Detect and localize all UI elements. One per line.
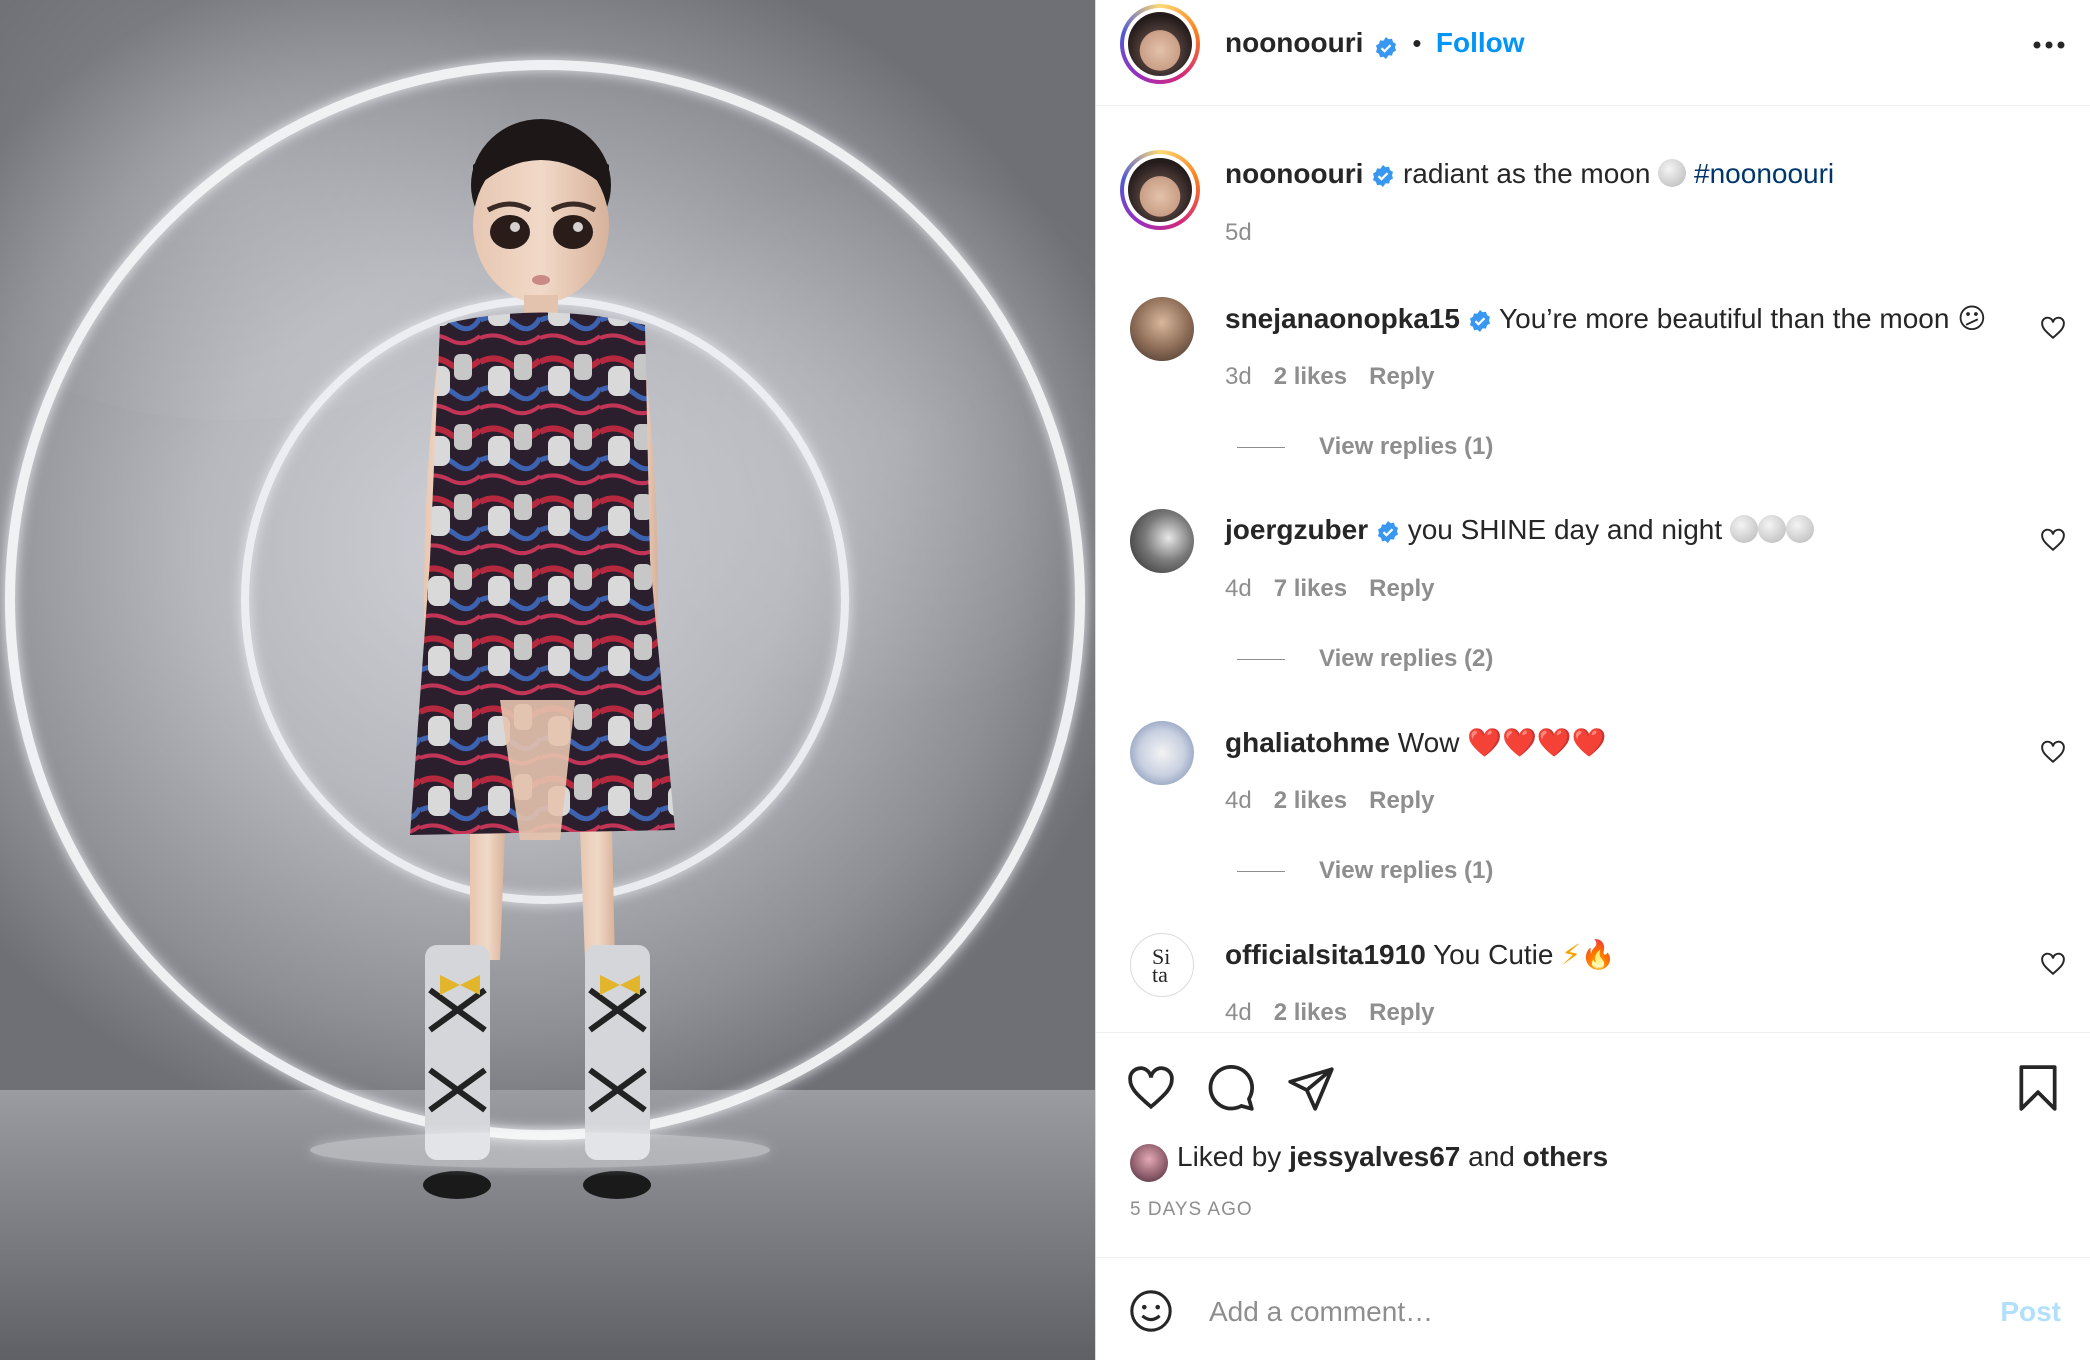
comment-text: ghaliatohme Wow ❤️❤️❤️❤️: [1225, 726, 1607, 759]
author-avatar[interactable]: [1120, 4, 1200, 84]
hearts-emoji: ❤️❤️❤️❤️: [1467, 727, 1607, 758]
avatar[interactable]: [1130, 297, 1194, 361]
comment-likes[interactable]: 2 likes: [1274, 999, 1347, 1026]
heart-icon[interactable]: [1126, 1063, 1176, 1113]
comment-meta: 4d 7 likes Reply: [1225, 575, 1434, 603]
verified-badge-icon: [1373, 164, 1394, 187]
caption-avatar[interactable]: [1120, 150, 1200, 230]
verified-badge-icon: [1469, 309, 1490, 332]
follow-button[interactable]: Follow: [1436, 27, 1525, 58]
post-image[interactable]: [0, 0, 1095, 1360]
post-sidebar: noonoouri • Follow noonoouri radiant as …: [1095, 0, 2090, 1360]
comment-meta: 3d 2 likes Reply: [1225, 363, 1434, 391]
comment-body: You’re more beautiful than the moon: [1499, 303, 1950, 334]
comment-likes[interactable]: 7 likes: [1274, 575, 1347, 602]
moon-emoji-icon: [1785, 515, 1814, 543]
avatar[interactable]: Si ta: [1130, 933, 1194, 997]
comment-age: 4d: [1225, 999, 1252, 1026]
comment-username[interactable]: joergzuber: [1225, 514, 1368, 545]
emoji-icon[interactable]: [1128, 1288, 1174, 1334]
like-comment-heart-icon[interactable]: [2040, 951, 2066, 977]
reply-button[interactable]: Reply: [1369, 363, 1434, 390]
comment-age: 4d: [1225, 787, 1252, 814]
moon-emoji-icon: [1658, 159, 1687, 187]
caption-age: 5d: [1225, 219, 1252, 246]
comment-likes[interactable]: 2 likes: [1274, 363, 1347, 390]
caption-text: radiant as the moon: [1402, 158, 1651, 189]
reply-button[interactable]: Reply: [1369, 999, 1434, 1026]
share-icon[interactable]: [1286, 1063, 1336, 1113]
liked-others[interactable]: others: [1523, 1141, 1609, 1172]
comment-icon[interactable]: [1206, 1063, 1256, 1113]
liked-by-avatar[interactable]: [1130, 1144, 1168, 1182]
add-comment-bar: Add a comment… Post: [1096, 1257, 2090, 1360]
view-replies-label: View replies (1): [1319, 857, 1494, 884]
view-replies-label: View replies (2): [1319, 645, 1494, 672]
like-comment-heart-icon[interactable]: [2040, 315, 2066, 341]
author-username[interactable]: noonoouri: [1225, 27, 1363, 58]
comments-list[interactable]: noonoouri radiant as the moon #noonoouri…: [1096, 107, 2090, 1032]
more-options-icon[interactable]: [2031, 33, 2067, 53]
comment-text: joergzuber you SHINE day and night: [1225, 514, 1814, 546]
comment-text: officialsita1910 You Cutie ⚡🔥: [1225, 938, 1616, 971]
comment-input[interactable]: Add a comment…: [1209, 1296, 1433, 1328]
moon-emoji-icon: [1729, 515, 1758, 543]
reply-button[interactable]: Reply: [1369, 787, 1434, 814]
doll-illustration: [5, 60, 1085, 1199]
action-bar: Liked by jessyalves67 and others 5 DAYS …: [1096, 1032, 2090, 1257]
separator: •: [1412, 28, 1422, 58]
avatar[interactable]: [1130, 721, 1194, 785]
view-replies-label: View replies (1): [1319, 433, 1494, 460]
view-replies-button[interactable]: View replies (1): [1237, 857, 1493, 885]
comment-likes[interactable]: 2 likes: [1274, 787, 1347, 814]
confused-face-emoji: 😕: [1957, 303, 1987, 334]
comment-body: You Cutie: [1433, 939, 1554, 970]
caption-hashtag[interactable]: #noonoouri: [1694, 158, 1834, 189]
post-comment-button[interactable]: Post: [2000, 1296, 2061, 1328]
liked-and: and: [1468, 1141, 1515, 1172]
view-replies-button[interactable]: View replies (2): [1237, 645, 1493, 673]
comment-meta: 4d 2 likes Reply: [1225, 787, 1434, 815]
liked-by-text: Liked by jessyalves67 and others: [1177, 1141, 1608, 1173]
moon-emoji-icon: [1757, 515, 1786, 543]
verified-badge-icon: [1375, 36, 1396, 59]
avatar[interactable]: [1130, 509, 1194, 573]
comment-text: snejanaonopka15 You’re more beautiful th…: [1225, 302, 1986, 335]
sita-logo: Si ta: [1152, 944, 1170, 987]
bookmark-icon[interactable]: [2013, 1063, 2063, 1113]
like-comment-heart-icon[interactable]: [2040, 527, 2066, 553]
view-replies-button[interactable]: View replies (1): [1237, 433, 1493, 461]
comment-username[interactable]: ghaliatohme: [1225, 727, 1390, 758]
post-timestamp[interactable]: 5 DAYS AGO: [1130, 1199, 1253, 1221]
svg-text:ta: ta: [1152, 962, 1168, 987]
comment-age: 3d: [1225, 363, 1252, 390]
comment-body: Wow: [1397, 727, 1460, 758]
comment-meta: 4d 2 likes Reply: [1225, 999, 1434, 1027]
verified-badge-icon: [1377, 520, 1398, 543]
liked-user[interactable]: jessyalves67: [1289, 1141, 1460, 1172]
comment-username[interactable]: officialsita1910: [1225, 939, 1426, 970]
reply-button[interactable]: Reply: [1369, 575, 1434, 602]
caption: noonoouri radiant as the moon #noonoouri: [1225, 158, 1834, 190]
comment-username[interactable]: snejanaonopka15: [1225, 303, 1460, 334]
liked-prefix: Liked by: [1177, 1141, 1282, 1172]
comment-body: you SHINE day and night: [1407, 514, 1723, 545]
caption-username[interactable]: noonoouri: [1225, 158, 1363, 189]
comment-age: 4d: [1225, 575, 1252, 602]
post-header: noonoouri • Follow: [1096, 0, 2090, 106]
like-comment-heart-icon[interactable]: [2040, 739, 2066, 765]
lightning-fire-emoji: ⚡🔥: [1561, 939, 1616, 970]
